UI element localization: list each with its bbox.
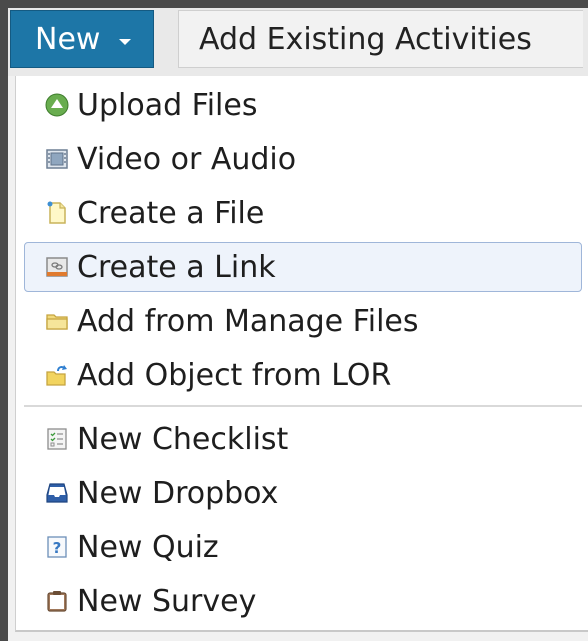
upload-icon bbox=[45, 93, 69, 117]
menu-item-video-or-audio[interactable]: Video or Audio bbox=[24, 134, 582, 184]
video-icon bbox=[45, 147, 69, 171]
menu-item-label: Upload Files bbox=[77, 88, 258, 123]
dropbox-icon bbox=[45, 481, 69, 505]
folder-icon bbox=[45, 309, 69, 333]
menu-item-new-dropbox[interactable]: New Dropbox bbox=[24, 468, 582, 518]
menu-item-label: Video or Audio bbox=[77, 142, 297, 177]
new-button-label: New bbox=[35, 22, 101, 57]
menu-divider bbox=[24, 405, 582, 407]
menu-item-new-survey[interactable]: New Survey bbox=[24, 576, 582, 626]
menu-item-label: Create a Link bbox=[77, 250, 276, 285]
add-existing-activities-button[interactable]: Add Existing Activities bbox=[178, 10, 583, 68]
menu-item-new-checklist[interactable]: New Checklist bbox=[24, 414, 582, 464]
new-dropdown-menu: Upload Files Video or Audio Create a Fil… bbox=[15, 76, 588, 632]
new-file-icon bbox=[45, 201, 69, 225]
checklist-icon bbox=[45, 427, 69, 451]
menu-item-label: Add Object from LOR bbox=[77, 358, 392, 393]
new-dropdown-button[interactable]: New bbox=[10, 10, 154, 68]
menu-item-add-from-manage-files[interactable]: Add from Manage Files bbox=[24, 296, 582, 346]
menu-item-label: New Checklist bbox=[77, 422, 289, 457]
add-existing-activities-label: Add Existing Activities bbox=[199, 22, 532, 57]
menu-item-create-a-link[interactable]: Create a Link bbox=[24, 242, 582, 292]
menu-item-label: New Survey bbox=[77, 584, 257, 619]
menu-item-label: New Dropbox bbox=[77, 476, 279, 511]
caret-down-icon bbox=[119, 39, 131, 45]
quiz-icon: ? bbox=[45, 535, 69, 559]
lor-object-icon bbox=[45, 363, 69, 387]
svg-text:?: ? bbox=[53, 539, 62, 557]
link-icon bbox=[45, 255, 69, 279]
menu-item-add-object-from-lor[interactable]: Add Object from LOR bbox=[24, 350, 582, 400]
menu-item-upload-files[interactable]: Upload Files bbox=[24, 80, 582, 130]
survey-icon bbox=[45, 589, 69, 613]
menu-item-new-quiz[interactable]: ? New Quiz bbox=[24, 522, 582, 572]
menu-item-label: Add from Manage Files bbox=[77, 304, 419, 339]
menu-item-create-a-file[interactable]: Create a File bbox=[24, 188, 582, 238]
menu-item-label: New Quiz bbox=[77, 530, 219, 565]
menu-item-label: Create a File bbox=[77, 196, 265, 231]
